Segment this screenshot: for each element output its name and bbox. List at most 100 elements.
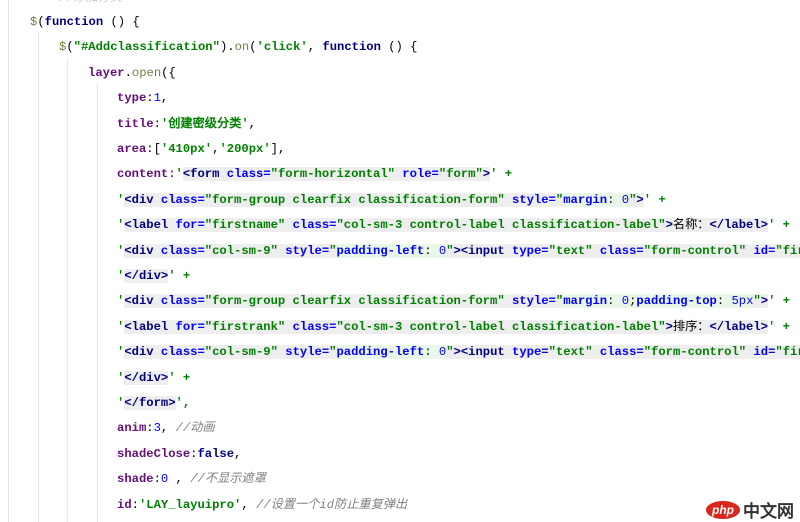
code-token: margin xyxy=(563,294,608,309)
code-line[interactable]: shadeClose:false, xyxy=(117,445,241,463)
code-line[interactable]: title:'创建密级分类', xyxy=(117,115,256,133)
indent-guide xyxy=(97,83,98,522)
code-line[interactable]: id:'LAY_layuipro', //设置一个id防止重复弹出 xyxy=(117,496,407,514)
code-token: </div> xyxy=(124,370,169,385)
php-logo-badge: php xyxy=(706,500,740,519)
code-token: , xyxy=(248,116,256,131)
code-token: "text" xyxy=(548,345,600,360)
code-token: id= xyxy=(753,243,776,258)
code-token: " xyxy=(753,294,761,309)
code-token: ( xyxy=(249,40,257,55)
code-token: <div xyxy=(124,192,161,207)
code-token: , xyxy=(168,472,191,487)
code-token: anim xyxy=(117,421,147,436)
code-token: class= xyxy=(292,319,337,334)
code-token: id xyxy=(117,497,132,512)
code-token: margin xyxy=(563,192,608,207)
code-token: //动画 xyxy=(175,421,215,436)
code-token: '410px' xyxy=(160,142,213,156)
code-line[interactable]: //添加分类 xyxy=(59,0,122,7)
code-token: </label> xyxy=(709,218,768,233)
code-token: <label xyxy=(124,218,176,233)
code-token: </div> xyxy=(124,269,169,283)
code-line[interactable]: '</div>' + xyxy=(117,267,190,285)
code-token: style= xyxy=(285,345,330,360)
code-token: for= xyxy=(175,319,205,334)
code-token: id= xyxy=(753,345,776,360)
code-token: type= xyxy=(512,243,549,258)
code-token: "col-sm-9" xyxy=(204,345,286,360)
code-token: > xyxy=(665,218,673,233)
indent-guide xyxy=(67,58,68,522)
code-token: style= xyxy=(285,243,330,258)
code-token: : xyxy=(607,192,622,207)
code-line[interactable]: content:'<form class="form-horizontal" r… xyxy=(117,165,512,183)
code-token: ' + xyxy=(767,218,790,233)
code-line[interactable]: '<div class="col-sm-9" style="padding-le… xyxy=(117,242,800,260)
code-token: ><input xyxy=(453,345,513,360)
code-token: //不显示遮罩 xyxy=(190,472,266,487)
code-token: style= xyxy=(511,294,556,309)
editor-gutter-border xyxy=(8,0,9,522)
code-token: </form> xyxy=(124,396,176,410)
code-token: . xyxy=(124,65,132,80)
code-token: : xyxy=(424,345,439,360)
code-token: " xyxy=(446,345,454,360)
code-line[interactable]: '<div class="form-group clearfix classif… xyxy=(117,191,666,209)
code-token: style= xyxy=(511,192,556,207)
code-token: "firstname" xyxy=(204,218,293,233)
code-line[interactable]: shade:0 , //不显示遮罩 xyxy=(117,470,266,488)
code-token: '200px' xyxy=(219,142,271,156)
code-token: <div xyxy=(124,345,161,360)
code-token: , xyxy=(241,497,257,512)
code-token: "firstrank" xyxy=(204,319,293,334)
code-token: , xyxy=(307,40,323,55)
code-token: "form" xyxy=(438,167,483,182)
watermark-logo: php 中文网 xyxy=(706,497,794,522)
code-token: content xyxy=(117,167,169,182)
code-token: function xyxy=(44,15,104,29)
code-token: open xyxy=(131,65,162,80)
code-token: ' + xyxy=(768,294,791,309)
code-line[interactable]: '<label for="firstrank" class="col-sm-3 … xyxy=(117,318,790,336)
code-line[interactable]: '</form>', xyxy=(117,394,190,412)
code-token: 'click' xyxy=(256,40,308,55)
indent-guide xyxy=(38,32,39,522)
code-token: ( xyxy=(66,40,74,55)
code-line[interactable]: '<div class="col-sm-9" style="padding-le… xyxy=(117,343,800,361)
code-line[interactable]: '<label for="firstname" class="col-sm-3 … xyxy=(117,216,790,234)
code-token: ). xyxy=(219,40,235,55)
code-token: : xyxy=(168,167,176,182)
code-token: > xyxy=(665,319,673,334)
code-token: "col-sm-3 control-label classification-l… xyxy=(336,218,666,233)
code-token: class= xyxy=(160,294,205,309)
code-line[interactable]: $("#Addclassification").on('click', func… xyxy=(59,38,417,56)
code-token: area xyxy=(117,142,147,156)
code-token: false xyxy=(197,446,235,461)
code-token: <label xyxy=(124,319,176,334)
code-token: ], xyxy=(270,142,286,156)
code-token: shade xyxy=(117,472,154,487)
code-token: "form-control" xyxy=(643,243,754,258)
watermark-text: 中文网 xyxy=(743,502,794,522)
code-line[interactable]: '</div>' + xyxy=(117,369,190,387)
code-token: on xyxy=(234,40,250,55)
code-line[interactable]: layer.open({ xyxy=(88,64,176,82)
code-token: role= xyxy=(402,167,439,182)
code-line[interactable]: area:['410px','200px'], xyxy=(117,140,285,158)
code-line[interactable]: '<div class="form-group clearfix classif… xyxy=(117,292,790,310)
code-token: //添加分类 xyxy=(59,0,122,5)
code-line[interactable]: type:1, xyxy=(117,89,168,107)
code-token: ><input xyxy=(453,243,513,258)
code-token: type= xyxy=(512,345,549,360)
code-token: padding-left xyxy=(336,345,425,360)
code-token: 5px xyxy=(731,294,754,309)
code-token: ( xyxy=(37,15,45,29)
code-line[interactable]: anim:3, //动画 xyxy=(117,419,215,437)
code-token: "fir xyxy=(775,345,800,360)
code-token: , xyxy=(160,421,176,436)
code-token: 0 xyxy=(621,192,630,207)
code-token: '创建密级分类' xyxy=(160,116,249,131)
code-line[interactable]: $(function () { xyxy=(30,13,140,31)
code-token: title xyxy=(117,116,154,131)
